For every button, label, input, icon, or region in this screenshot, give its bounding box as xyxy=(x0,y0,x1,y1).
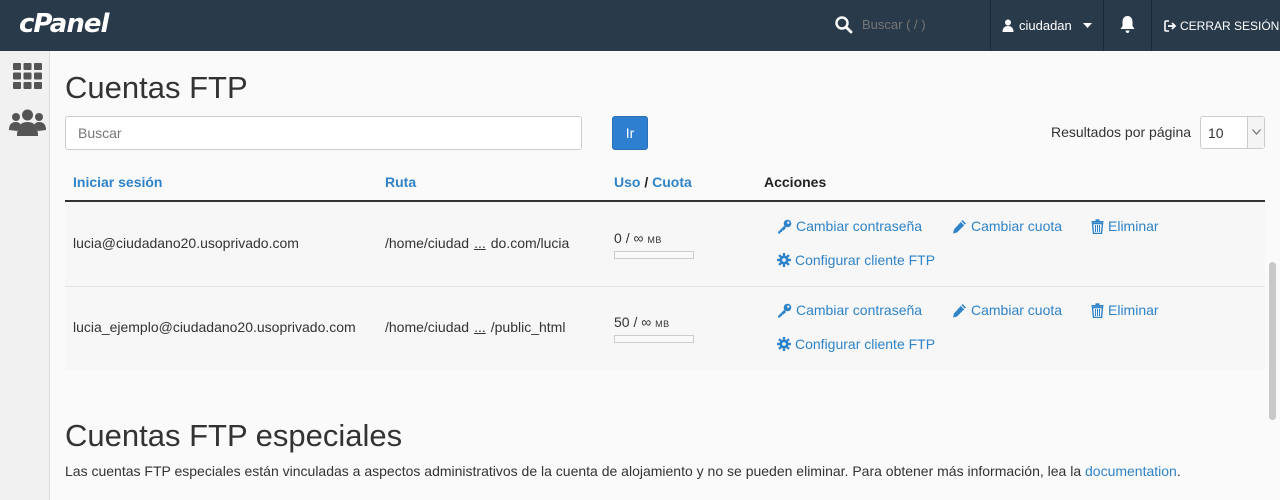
row-usage: 0 / ∞ MB xyxy=(614,230,662,246)
configure-ftp-client-label: Configurar cliente FTP xyxy=(795,252,936,268)
top-navbar: cPanel ciudadan CERRAR SESIÓN xyxy=(0,0,1280,51)
pencil-icon xyxy=(953,219,966,233)
user-menu-button[interactable]: ciudadan xyxy=(1002,0,1092,51)
usage-value: 0 xyxy=(614,230,622,246)
usage-progress-bar xyxy=(614,335,694,343)
go-button[interactable]: Ir xyxy=(612,116,648,150)
usage-unit: MB xyxy=(655,319,670,329)
usage-progress-bar xyxy=(614,251,694,259)
key-icon xyxy=(778,219,792,233)
scrollbar-thumb[interactable] xyxy=(1269,262,1276,420)
logout-button[interactable]: CERRAR SESIÓN xyxy=(1164,0,1279,51)
change-password-link[interactable]: Cambiar contraseña xyxy=(777,302,922,318)
row-usage: 50 / ∞ MB xyxy=(614,314,670,330)
users-icon[interactable] xyxy=(9,109,46,137)
search-input[interactable] xyxy=(65,116,582,150)
per-page-value: 10 xyxy=(1208,125,1224,141)
column-header-separator: / xyxy=(644,174,649,190)
global-search-input[interactable] xyxy=(862,17,987,32)
path-end: do.com/lucia xyxy=(490,235,570,251)
logout-label: CERRAR SESIÓN xyxy=(1180,18,1280,33)
delete-label: Eliminar xyxy=(1108,302,1159,318)
username-label: ciudadan xyxy=(1019,18,1072,33)
column-header-actions: Acciones xyxy=(764,174,827,190)
configure-ftp-client-link[interactable]: Configurar cliente FTP xyxy=(777,252,935,268)
column-header-path[interactable]: Ruta xyxy=(385,174,416,190)
trash-icon xyxy=(1091,302,1104,318)
row-path: /home/ciudad... /public_html xyxy=(385,319,565,335)
delete-link[interactable]: Eliminar xyxy=(1091,218,1159,234)
user-icon xyxy=(1002,19,1014,32)
grid-icon[interactable] xyxy=(13,63,42,89)
quota-value: ∞ xyxy=(633,230,644,246)
change-quota-label: Cambiar cuota xyxy=(971,218,1063,234)
configure-ftp-client-link[interactable]: Configurar cliente FTP xyxy=(777,336,935,352)
sidebar xyxy=(0,51,50,500)
configure-ftp-client-label: Configurar cliente FTP xyxy=(795,336,936,352)
per-page-select[interactable]: 10 xyxy=(1200,116,1265,149)
change-quota-label: Cambiar cuota xyxy=(971,302,1063,318)
bell-icon[interactable] xyxy=(1119,15,1136,34)
column-header-usage[interactable]: Uso xyxy=(614,174,640,190)
row-path: /home/ciudad... do.com/lucia xyxy=(385,235,569,251)
key-icon xyxy=(778,303,792,317)
section-description: Las cuentas FTP especiales están vincula… xyxy=(65,463,1181,479)
section-title: Cuentas FTP especiales xyxy=(65,418,403,453)
gear-icon xyxy=(777,253,791,267)
description-text: Las cuentas FTP especiales están vincula… xyxy=(65,463,1082,479)
navbar-divider xyxy=(1103,0,1104,51)
per-page-label: Resultados por página xyxy=(1051,124,1192,140)
change-password-label: Cambiar contraseña xyxy=(796,218,923,234)
column-header-quota[interactable]: Cuota xyxy=(652,174,692,190)
change-quota-link[interactable]: Cambiar cuota xyxy=(952,302,1062,318)
change-password-link[interactable]: Cambiar contraseña xyxy=(777,218,922,234)
path-start: /home/ciudad xyxy=(385,235,470,251)
description-period: . xyxy=(1176,463,1181,479)
column-header-usage-quota: Uso / Cuota xyxy=(614,174,692,190)
trash-icon xyxy=(1091,218,1104,234)
logout-icon xyxy=(1164,19,1177,32)
select-arrow xyxy=(1247,117,1264,148)
usage-separator: / xyxy=(633,314,638,330)
gear-icon xyxy=(777,337,791,351)
column-header-login[interactable]: Iniciar sesión xyxy=(73,174,162,190)
documentation-link[interactable]: documentation xyxy=(1085,463,1177,479)
path-ellipsis[interactable]: ... xyxy=(474,235,486,251)
usage-value: 50 xyxy=(614,314,630,330)
change-password-label: Cambiar contraseña xyxy=(796,302,923,318)
path-start: /home/ciudad xyxy=(385,319,470,335)
delete-link[interactable]: Eliminar xyxy=(1091,302,1159,318)
delete-label: Eliminar xyxy=(1108,218,1159,234)
chevron-down-icon xyxy=(1252,129,1261,135)
quota-value: ∞ xyxy=(641,314,652,330)
navbar-divider xyxy=(1151,0,1152,51)
usage-separator: / xyxy=(625,230,630,246)
page-title: Cuentas FTP xyxy=(65,70,248,105)
search-icon xyxy=(835,16,853,34)
navbar-divider xyxy=(990,0,991,51)
path-end: /public_html xyxy=(490,319,566,335)
cpanel-logo[interactable]: cPanel xyxy=(19,9,109,39)
row-login: lucia_ejemplo@ciudadano20.usoprivado.com xyxy=(73,319,356,335)
usage-unit: MB xyxy=(647,235,662,245)
row-login: lucia@ciudadano20.usoprivado.com xyxy=(73,235,299,251)
change-quota-link[interactable]: Cambiar cuota xyxy=(952,218,1062,234)
path-ellipsis[interactable]: ... xyxy=(474,319,486,335)
chevron-down-icon xyxy=(1082,22,1092,28)
pencil-icon xyxy=(953,303,966,317)
